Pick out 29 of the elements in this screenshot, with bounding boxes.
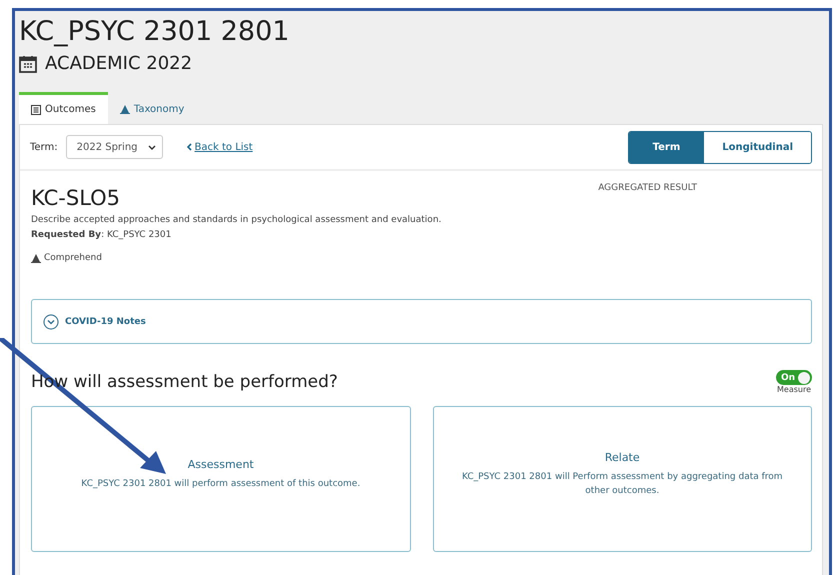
academic-year: ACADEMIC 2022 (45, 53, 192, 74)
requested-by: Requested By: KC_PSYC 2301 (31, 230, 172, 240)
course-title: KC_PSYC 2301 2801 (19, 15, 290, 49)
calendar-icon (19, 54, 37, 72)
outcome-code: KC-SLO5 (31, 185, 120, 211)
outcome-description: Describe accepted approaches and standards in psychological assessment and evaluation. (31, 215, 442, 225)
back-link[interactable]: Back to List (186, 142, 253, 152)
pyramid-icon (31, 254, 41, 262)
view-toggle-button[interactable]: Term (628, 132, 704, 162)
option-description: KC_PSYC 2301 2801 will perform assessment of this outcome. (81, 478, 360, 490)
notes-panel[interactable]: COVID-19 Notes (31, 299, 812, 344)
option-title: Assessment (188, 458, 254, 470)
measure-switch[interactable]: On (776, 370, 812, 385)
option-card[interactable]: Assessment KC_PSYC 2301 2801 will perform assessment of this outcome. (31, 406, 410, 552)
chevron-down-icon (148, 144, 156, 150)
term-label: Term: (30, 142, 58, 152)
option-card[interactable]: Relate KC_PSYC 2301 2801 will Perform assessment by aggregating data from other outcomes. (432, 406, 812, 552)
notes-label: COVID-19 Notes (65, 316, 146, 326)
term-select[interactable]: 2022 Spring (66, 135, 163, 159)
chevron-left-icon (186, 143, 192, 151)
list-icon (31, 104, 41, 114)
aggregated-result-label: AGGREGATED RESULT (598, 183, 697, 195)
pyramid-icon (120, 105, 130, 114)
tab[interactable]: Outcomes (19, 92, 108, 124)
switch-caption: Measure (777, 385, 811, 394)
option-description: KC_PSYC 2301 2801 will Perform assessment by aggregating data from other outcomes. (460, 470, 784, 498)
taxonomy-level: Comprehend (44, 253, 102, 263)
tab[interactable]: Taxonomy (108, 92, 196, 124)
option-title: Relate (604, 450, 640, 464)
